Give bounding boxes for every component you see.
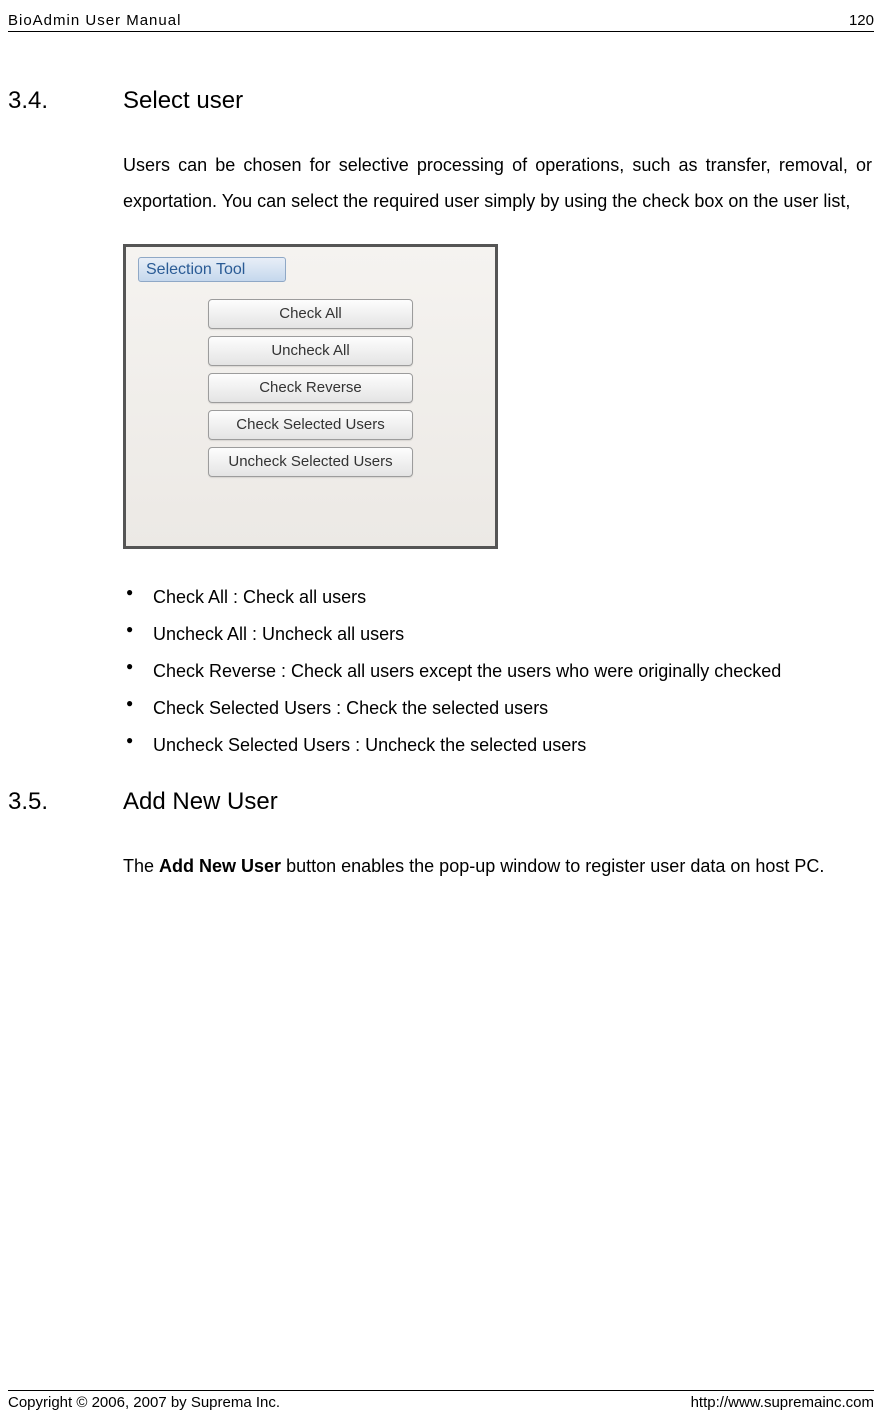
list-item: Uncheck All : Uncheck all users [153,616,872,652]
page-header: BioAdmin User Manual 120 [8,12,874,32]
section-title: Add New User [123,788,278,816]
bullet-list-3-4: Check All : Check all users Uncheck All … [123,579,872,763]
para-text-bold: Add New User [159,856,281,876]
section-number: 3.4. [8,87,123,115]
section-head-3-4: 3.4. Select user [8,87,874,115]
selection-tool-panel: Selection Tool Check All Uncheck All Che… [123,244,498,549]
list-item: Check All : Check all users [153,579,872,615]
list-item: Check Reverse : Check all users except t… [153,653,872,689]
uncheck-all-button[interactable]: Uncheck All [208,336,413,366]
list-item: Uncheck Selected Users : Uncheck the sel… [153,727,872,763]
footer-url: http://www.supremainc.com [691,1394,874,1411]
page-number: 120 [849,12,874,29]
check-reverse-button[interactable]: Check Reverse [208,373,413,403]
uncheck-selected-users-button[interactable]: Uncheck Selected Users [208,447,413,477]
section-title: Select user [123,87,243,115]
section-body-3-4: Users can be chosen for selective proces… [8,147,874,763]
header-title: BioAdmin User Manual [8,12,181,29]
list-item: Check Selected Users : Check the selecte… [153,690,872,726]
footer-copyright: Copyright © 2006, 2007 by Suprema Inc. [8,1394,280,1411]
check-selected-users-button[interactable]: Check Selected Users [208,410,413,440]
section-para: The Add New User button enables the pop-… [123,848,872,884]
section-head-3-5: 3.5. Add New User [8,788,874,816]
page-content: 3.4. Select user Users can be chosen for… [8,87,874,884]
selection-tool-title: Selection Tool [138,257,286,282]
check-all-button[interactable]: Check All [208,299,413,329]
section-para: Users can be chosen for selective proces… [123,147,872,219]
section-body-3-5: The Add New User button enables the pop-… [8,848,874,884]
para-text-pre: The [123,856,159,876]
para-text-post: button enables the pop-up window to regi… [281,856,824,876]
page-footer: Copyright © 2006, 2007 by Suprema Inc. h… [8,1390,874,1411]
section-number: 3.5. [8,788,123,816]
